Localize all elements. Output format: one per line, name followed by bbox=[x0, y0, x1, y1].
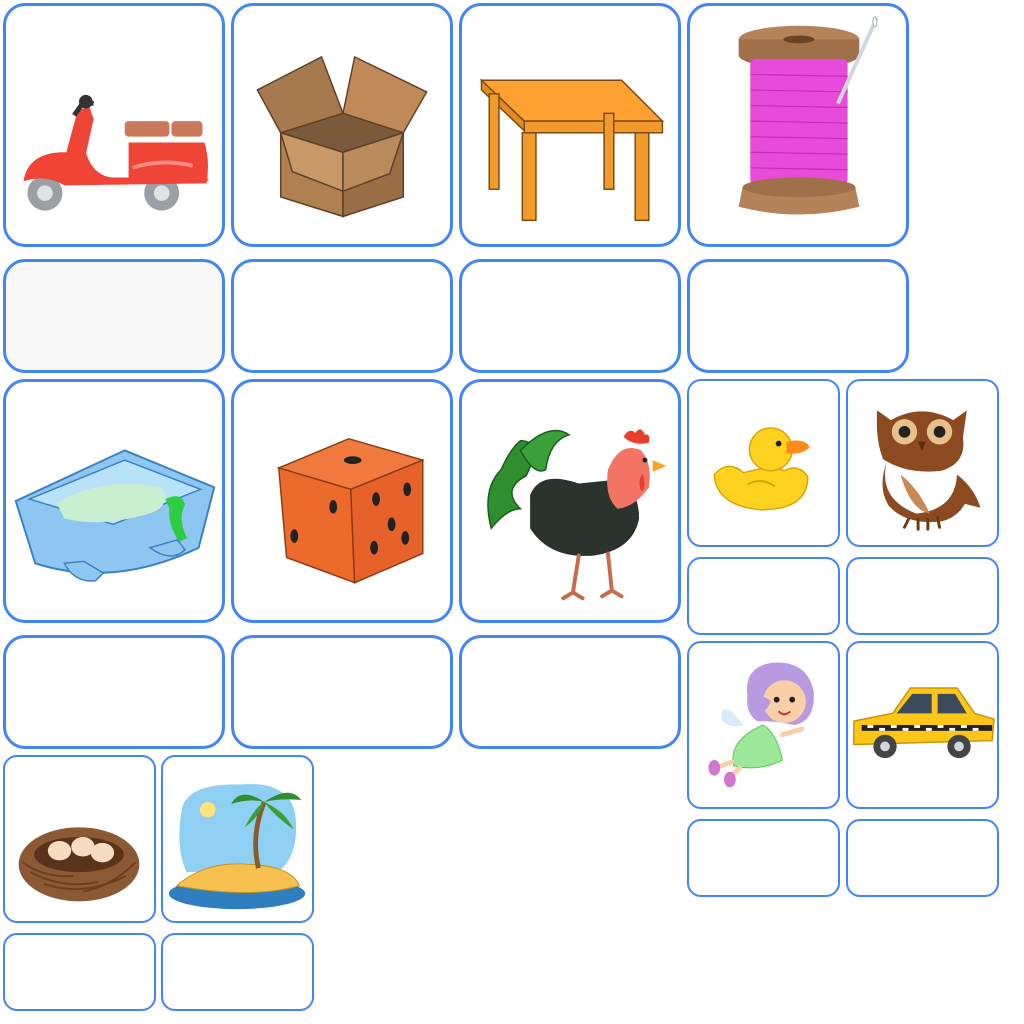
answer-field-taxi[interactable] bbox=[846, 819, 999, 897]
picture-card-nest bbox=[3, 755, 156, 923]
answer-field-duck[interactable] bbox=[687, 557, 840, 635]
answer-field-spool[interactable] bbox=[687, 259, 909, 373]
picture-card-table bbox=[459, 3, 681, 247]
answer-field-cradle[interactable] bbox=[3, 635, 225, 749]
die-icon bbox=[276, 437, 425, 584]
nest-icon bbox=[18, 827, 140, 902]
owl-icon bbox=[876, 410, 981, 531]
picture-card-rooster bbox=[459, 379, 681, 623]
box-icon bbox=[256, 55, 428, 218]
answer-field-island[interactable] bbox=[161, 933, 314, 1011]
picture-card-box bbox=[231, 3, 453, 247]
table-icon bbox=[479, 78, 665, 222]
answer-field-fairy[interactable] bbox=[687, 819, 840, 897]
answer-field-box[interactable] bbox=[231, 259, 453, 373]
island-icon bbox=[168, 784, 306, 910]
answer-field-scooter[interactable] bbox=[3, 259, 225, 373]
picture-card-taxi bbox=[846, 641, 999, 809]
fairy-icon bbox=[708, 662, 814, 788]
spool-icon bbox=[738, 16, 879, 215]
picture-card-island bbox=[161, 755, 314, 923]
picture-card-fairy bbox=[687, 641, 840, 809]
scooter-icon bbox=[23, 94, 209, 211]
answer-field-nest[interactable] bbox=[3, 933, 156, 1011]
answer-field-owl[interactable] bbox=[846, 557, 999, 635]
rooster-icon bbox=[487, 429, 667, 601]
answer-field-die[interactable] bbox=[231, 635, 453, 749]
cradle-icon bbox=[14, 449, 216, 582]
duck-icon bbox=[713, 427, 810, 511]
taxi-icon bbox=[853, 687, 995, 759]
answer-field-rooster[interactable] bbox=[459, 635, 681, 749]
picture-card-cradle bbox=[3, 379, 225, 623]
picture-card-owl bbox=[846, 379, 999, 547]
answer-field-table[interactable] bbox=[459, 259, 681, 373]
picture-card-scooter bbox=[3, 3, 225, 247]
picture-card-spool bbox=[687, 3, 909, 247]
picture-card-die bbox=[231, 379, 453, 623]
picture-card-duck bbox=[687, 379, 840, 547]
